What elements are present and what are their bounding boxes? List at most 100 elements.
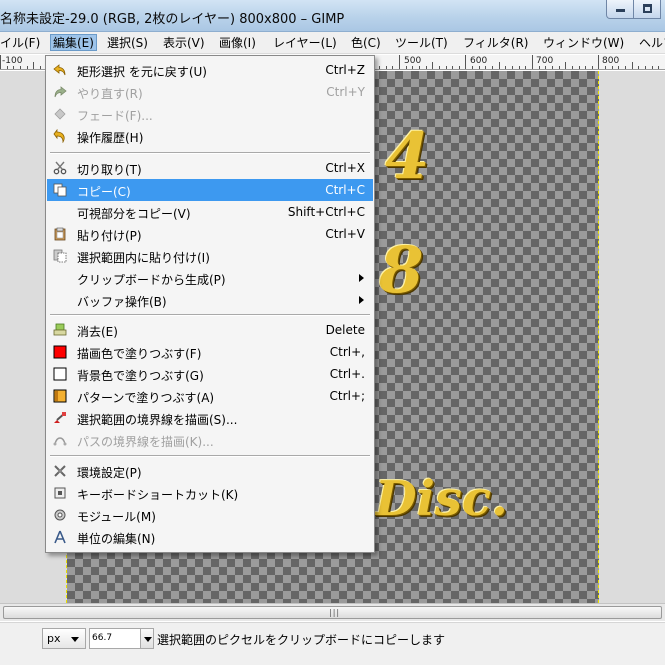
menu-item-history[interactable]: 操作履歴(H) [47,125,373,147]
title-bar: 名称未設定-29.0 (RGB, 2枚のレイヤー) 800x800 – GIMP [0,0,665,32]
ruler-tick [505,66,506,69]
ruler-tick [612,66,613,69]
ruler-tick [559,66,560,69]
canvas-text-disc: Disc. [375,471,508,527]
menu-filters[interactable]: フィルタ(R) [463,35,528,52]
ruler-tick [412,66,413,69]
ruler-tick [598,55,599,69]
ruler-tick [605,66,606,69]
maximize-button[interactable] [633,0,661,19]
menu-item-modules[interactable]: モジュール(M) [47,504,373,526]
menu-item-paste-as[interactable]: クリップボードから生成(P) [47,267,373,289]
menu-item-fill-bg[interactable]: 背景色で塗りつぶす(G) Ctrl+. [47,363,373,385]
menu-item-redo[interactable]: やり直す(R) Ctrl+Y [47,81,373,103]
menu-tools[interactable]: ツール(T) [395,35,448,52]
ruler-label: 700 [536,56,554,66]
menu-item-buffer[interactable]: バッファ操作(B) [47,289,373,311]
fg-fill-icon [53,345,67,359]
ruler-tick [632,62,633,69]
ruler-tick [40,66,41,69]
zoom-input[interactable]: 66.7 [89,628,141,649]
ruler-tick [439,66,440,69]
chevron-down-icon [71,637,79,642]
minimize-button[interactable] [606,0,634,19]
minimize-icon [616,9,625,12]
history-icon [53,129,65,143]
ruler-label: 500 [404,56,422,66]
canvas-text-4: 4 [385,119,430,194]
status-bar: px 66.7 選択範囲のピクセルをクリップボードにコピーします [0,622,665,665]
menu-item-fill-fg[interactable]: 描画色で塗りつぶす(F) Ctrl+, [47,341,373,363]
ruler-tick [479,66,480,69]
scissors-icon [53,161,67,175]
menu-item-units[interactable]: 単位の編集(N) [47,526,373,548]
zoom-dropdown-button[interactable] [140,628,154,649]
unit-select[interactable]: px [42,628,86,649]
pattern-fill-icon [53,389,67,403]
ruler-tick [572,66,573,69]
ruler-tick [525,66,526,69]
ruler-tick [658,66,659,69]
ruler-tick [446,66,447,69]
copy-icon [53,183,67,197]
ruler-tick [485,66,486,69]
menu-item-undo[interactable]: 矩形選択 を元に戻す(U) Ctrl+Z [47,59,373,81]
chevron-down-icon [144,637,152,642]
maximize-icon [643,4,652,13]
preferences-icon [54,465,66,477]
canvas-text-8: 8 [379,233,424,308]
ruler-tick [492,66,493,69]
ruler-tick [406,66,407,69]
stroke-path-icon [53,437,67,446]
menu-file[interactable]: イル(F) [0,35,40,52]
menu-item-keyboard-shortcuts[interactable]: キーボードショートカット(K) [47,482,373,504]
units-icon [54,530,66,544]
menu-item-fill-pattern[interactable]: パターンで塗りつぶす(A) Ctrl+; [47,385,373,407]
menu-item-cut[interactable]: 切り取り(T) Ctrl+X [47,157,373,179]
menu-separator [50,314,370,316]
ruler-label: 800 [602,56,620,66]
ruler-tick [618,66,619,69]
menu-select[interactable]: 選択(S) [107,35,148,52]
menu-item-fade[interactable]: フェード(F)... [47,103,373,125]
menu-item-paste[interactable]: 貼り付け(P) Ctrl+V [47,223,373,245]
paste-into-icon [53,249,67,263]
ruler-tick [386,66,387,69]
menu-separator [50,455,370,457]
menu-windows[interactable]: ウィンドウ(W) [543,35,624,52]
menu-item-stroke-path[interactable]: パスの境界線を描画(K)... [47,429,373,451]
zoom-value: 66.7 [92,633,113,643]
ruler-tick [512,66,513,69]
menu-layer[interactable]: レイヤー(L) [273,35,337,52]
menu-view[interactable]: 表示(V) [163,35,205,52]
menu-edit[interactable]: 編集(E) [50,34,97,51]
ruler-tick [0,55,1,69]
keyboard-icon [54,487,66,499]
horizontal-scrollbar[interactable]: ||| [0,603,665,621]
ruler-tick [459,66,460,69]
menu-item-clear[interactable]: 消去(E) Delete [47,319,373,341]
ruler-tick [519,66,520,69]
menu-item-copy[interactable]: コピー(C) Ctrl+C [47,179,373,201]
ruler-tick [432,62,433,69]
menu-image[interactable]: 画像(I) [219,35,256,52]
menu-help[interactable]: ヘルプ [639,35,665,52]
scrollbar-thumb[interactable]: ||| [3,606,662,619]
paste-icon [54,227,66,241]
ruler-tick [419,66,420,69]
ruler-tick [452,66,453,69]
menu-bar: イル(F) 編集(E) 選択(S) 表示(V) 画像(I) レイヤー(L) 色(… [0,32,665,54]
grip-icon: ||| [329,608,341,617]
ruler-tick [585,66,586,69]
submenu-arrow-icon [359,296,364,304]
eraser-icon [53,323,67,336]
menu-item-copy-visible[interactable]: 可視部分をコピー(V) Shift+Ctrl+C [47,201,373,223]
ruler-tick [499,62,500,69]
menu-colors[interactable]: 色(C) [351,35,381,52]
ruler-tick [20,66,21,69]
menu-item-paste-into[interactable]: 選択範囲内に貼り付け(I) [47,245,373,267]
ruler-label: 600 [470,56,488,66]
menu-item-preferences[interactable]: 環境設定(P) [47,460,373,482]
redo-icon [54,86,67,98]
menu-item-stroke-selection[interactable]: 選択範囲の境界線を描画(S)... [47,407,373,429]
